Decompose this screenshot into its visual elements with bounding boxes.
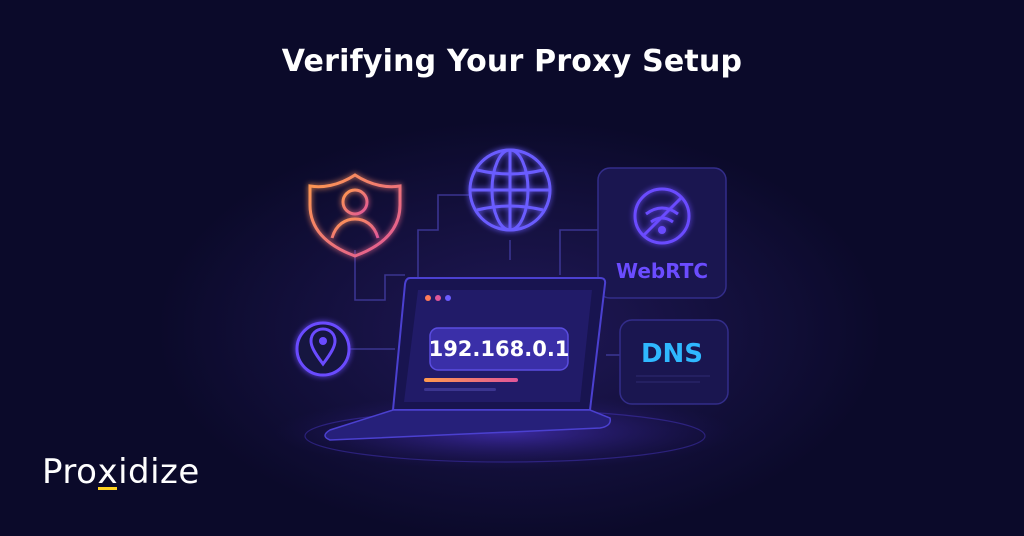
user-shield-icon [308,173,402,258]
ip-address-text: 192.168.0.1 [429,337,570,361]
dns-label: DNS [641,339,703,369]
globe-icon [468,148,552,232]
brand-text-pre: Pro [42,452,98,492]
location-pin-icon [295,321,351,377]
webrtc-label: WebRTC [616,259,708,283]
brand-underline [98,487,118,490]
brand-x: x [97,452,118,492]
brand-logo: Prox idize [42,452,200,492]
brand-text-post: idize [118,452,200,492]
brand-x-letter: x [97,452,119,492]
